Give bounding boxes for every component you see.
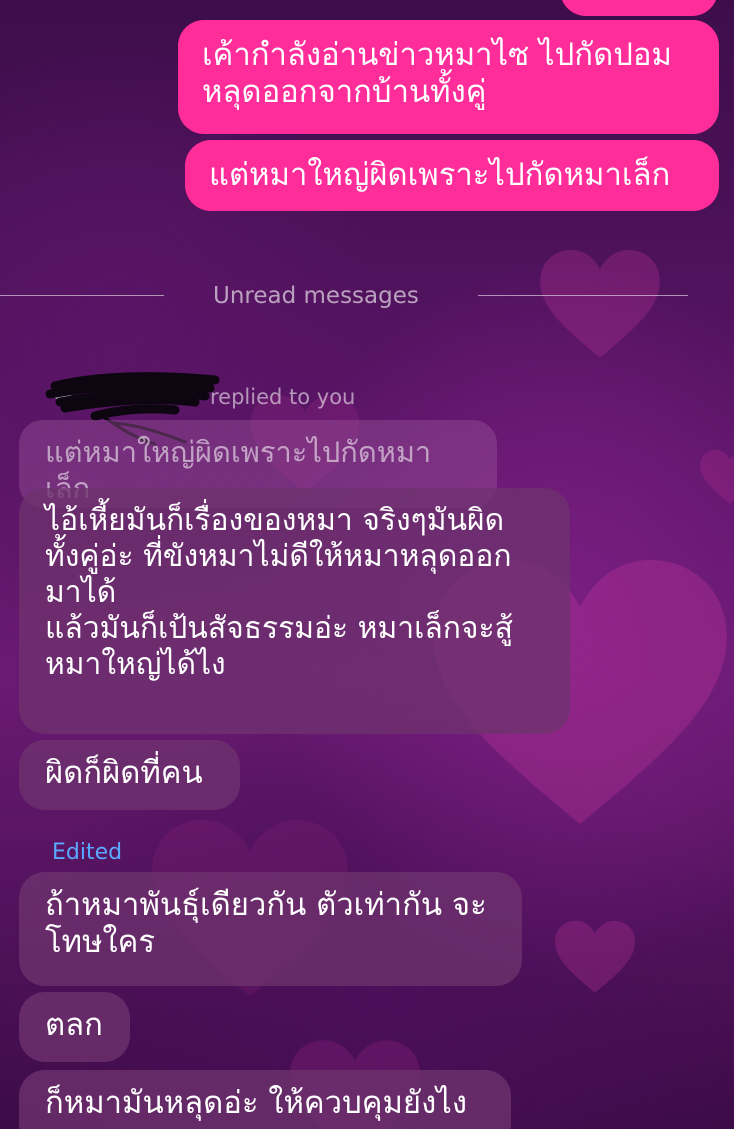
chat-thread: เค้ากำลังอ่านข่าวหมาไซ ไปกัดปอม หลุดออกจ… — [0, 0, 734, 1129]
sent-message-partial[interactable] — [560, 0, 718, 16]
divider-line-left — [0, 295, 164, 296]
sent-message[interactable]: เค้ากำลังอ่านข่าวหมาไซ ไปกัดปอม หลุดออกจ… — [178, 20, 719, 134]
received-message[interactable]: ถ้าหมาพันธุ์เดียวกัน ตัวเท่ากัน จะ โทษใค… — [19, 872, 522, 986]
reply-label: replied to you — [210, 385, 356, 409]
received-message[interactable]: ผิดก็ผิดที่คน — [19, 740, 240, 810]
sent-message[interactable]: แต่หมาใหญ่ผิดเพราะไปกัดหมาเล็ก — [185, 140, 719, 211]
received-message[interactable]: ตลก — [19, 992, 130, 1062]
edited-label: Edited — [52, 840, 123, 865]
divider-line-right — [478, 295, 688, 296]
received-message[interactable]: ก็หมามันหลุดอ่ะ ให้ควบคุมยังไง — [19, 1070, 511, 1129]
unread-messages-divider: Unread messages — [213, 283, 419, 309]
received-message[interactable]: ไอ้เหี้ยมันก็เรื่องของหมา จริงๆมันผิด ทั… — [19, 488, 570, 734]
